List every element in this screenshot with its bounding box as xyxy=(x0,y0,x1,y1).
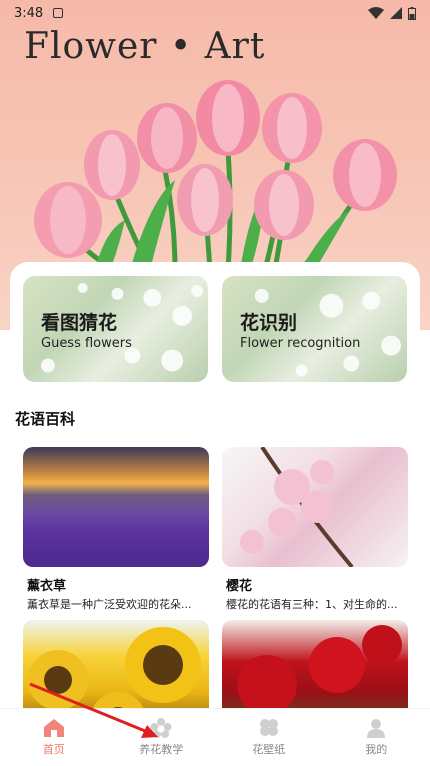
feature-title: 花识别 xyxy=(240,312,298,334)
sunflower-image xyxy=(23,620,209,722)
battery-icon xyxy=(408,6,416,20)
item-name: 樱花 xyxy=(226,579,253,594)
section-title: 花语百科 xyxy=(15,410,76,428)
home-icon xyxy=(43,719,64,737)
flower-item-cherry[interactable]: 樱花 樱花的花语有三种：1、对生命的... xyxy=(222,447,408,612)
lavender-image xyxy=(23,447,209,567)
nav-label: 我的 xyxy=(365,743,388,756)
nav-label: 花壁纸 xyxy=(252,743,286,756)
feature-title: 看图猜花 xyxy=(41,312,118,334)
flower-item-rose[interactable] xyxy=(222,620,408,722)
person-icon xyxy=(367,719,386,738)
nav-home[interactable]: 首页 xyxy=(0,709,108,766)
wifi-icon xyxy=(368,7,384,19)
notification-icon xyxy=(53,8,64,18)
main-content: 看图猜花 Guess flowers 花识别 Flower recognitio… xyxy=(10,262,420,722)
cherry-blossom-image xyxy=(222,447,408,567)
cherry-branch xyxy=(240,447,354,567)
feature-subtitle: Guess flowers xyxy=(41,336,132,351)
flower-item-lavender[interactable]: 薰衣草 薰衣草是一种广泛受欢迎的花朵... xyxy=(23,447,209,612)
item-name: 薰衣草 xyxy=(27,579,67,594)
item-desc: 樱花的花语有三种：1、对生命的... xyxy=(226,598,398,611)
flower-recognition-card[interactable]: 花识别 Flower recognition xyxy=(222,276,407,382)
feature-row: 看图猜花 Guess flowers 花识别 Flower recognitio… xyxy=(10,262,420,382)
status-bar: 3:48 xyxy=(0,0,430,26)
rose-image xyxy=(222,620,408,722)
feature-subtitle: Flower recognition xyxy=(240,336,361,351)
status-icons xyxy=(368,6,416,20)
hero-title: Flower • Art xyxy=(24,26,266,67)
flower-gear-icon xyxy=(150,718,172,738)
bottom-nav: 首页 养花教学 花壁纸 我的 xyxy=(0,708,430,766)
clover-icon xyxy=(259,719,278,736)
sunflower-shapes xyxy=(28,627,201,722)
guess-flowers-card[interactable]: 看图猜花 Guess flowers xyxy=(23,276,208,382)
rose-shapes xyxy=(237,625,402,715)
flower-grid: 薰衣草 薰衣草是一种广泛受欢迎的花朵... 樱花 樱花的花语有三种：1、对生命的… xyxy=(10,429,420,722)
nav-wallpaper[interactable]: 花壁纸 xyxy=(215,709,323,766)
signal-icon xyxy=(390,7,402,19)
nav-flower-care[interactable]: 养花教学 xyxy=(108,709,216,766)
flower-item-sunflower[interactable] xyxy=(23,620,209,722)
tulip-illustration xyxy=(34,80,397,270)
item-desc: 薰衣草是一种广泛受欢迎的花朵... xyxy=(27,598,192,611)
status-time: 3:48 xyxy=(14,5,44,21)
nav-profile[interactable]: 我的 xyxy=(323,709,430,766)
nav-label: 首页 xyxy=(42,743,65,756)
nav-label: 养花教学 xyxy=(139,743,184,756)
